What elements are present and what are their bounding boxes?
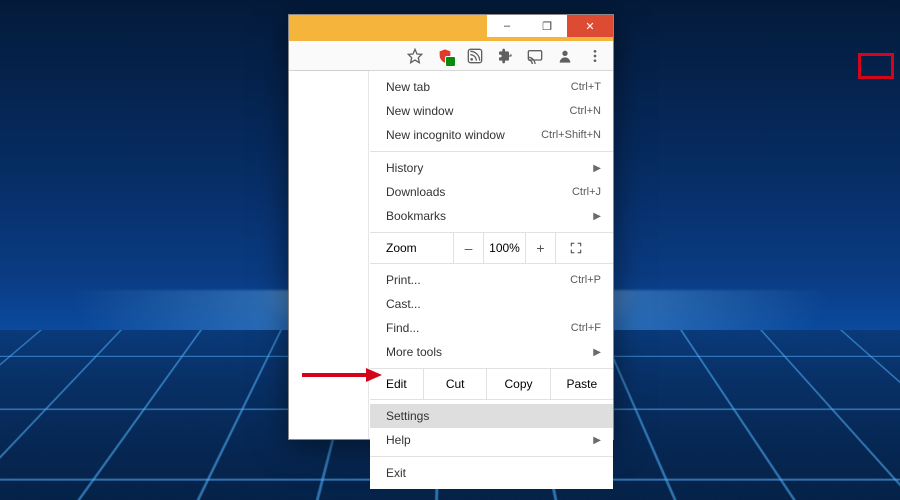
menu-label: History (386, 161, 587, 175)
cut-button[interactable]: Cut (424, 369, 487, 399)
cast-icon[interactable] (527, 48, 543, 64)
title-bar: – ❐ ✕ (289, 15, 613, 41)
chevron-right-icon: ▶ (593, 211, 601, 222)
menu-item-more-tools[interactable]: More tools ▶ (370, 340, 613, 364)
browser-window: – ❐ ✕ New tab (288, 14, 614, 440)
more-icon[interactable] (587, 48, 603, 64)
extensions-icon[interactable] (497, 48, 513, 64)
menu-item-new-tab[interactable]: New tab Ctrl+T (370, 75, 613, 99)
window-controls: – ❐ ✕ (487, 15, 613, 37)
zoom-out-button[interactable]: – (454, 233, 484, 263)
menu-item-history[interactable]: History ▶ (370, 156, 613, 180)
menu-item-find[interactable]: Find... Ctrl+F (370, 316, 613, 340)
menu-label: Find... (386, 321, 571, 335)
menu-label: Downloads (386, 185, 572, 199)
content-area: New tab Ctrl+T New window Ctrl+N New inc… (289, 71, 613, 439)
edit-label: Edit (370, 369, 424, 399)
chevron-right-icon: ▶ (593, 347, 601, 358)
menu-accel: Ctrl+Shift+N (541, 129, 601, 141)
menu-item-print[interactable]: Print... Ctrl+P (370, 268, 613, 292)
menu-item-bookmarks[interactable]: Bookmarks ▶ (370, 204, 613, 228)
fullscreen-button[interactable] (556, 233, 596, 263)
copy-button[interactable]: Copy (487, 369, 550, 399)
menu-group-tools: Print... Ctrl+P Cast... Find... Ctrl+F M… (370, 264, 613, 369)
menu-group-settings: Settings Help ▶ (370, 400, 613, 457)
zoom-row: Zoom – 100% + (370, 233, 613, 263)
zoom-label: Zoom (370, 233, 454, 263)
menu-accel: Ctrl+N (570, 105, 601, 117)
menu-item-downloads[interactable]: Downloads Ctrl+J (370, 180, 613, 204)
maximize-button[interactable]: ❐ (527, 15, 567, 37)
zoom-in-button[interactable]: + (526, 233, 556, 263)
menu-label: Settings (386, 409, 601, 423)
chrome-menu: New tab Ctrl+T New window Ctrl+N New inc… (370, 70, 613, 489)
menu-accel: Ctrl+F (571, 322, 601, 334)
zoom-value: 100% (484, 233, 526, 263)
close-button[interactable]: ✕ (567, 15, 613, 37)
menu-label: Exit (386, 466, 601, 480)
chevron-right-icon: ▶ (593, 435, 601, 446)
sidebar-strip (289, 71, 369, 439)
minimize-button[interactable]: – (487, 15, 527, 37)
menu-label: Bookmarks (386, 209, 587, 223)
menu-item-new-window[interactable]: New window Ctrl+N (370, 99, 613, 123)
menu-item-settings[interactable]: Settings (370, 404, 613, 428)
menu-label: More tools (386, 345, 587, 359)
menu-label: New incognito window (386, 128, 541, 142)
menu-accel: Ctrl+P (570, 274, 601, 286)
profile-icon[interactable] (557, 48, 573, 64)
toolbar (289, 41, 613, 71)
menu-label: Print... (386, 273, 570, 287)
menu-item-exit[interactable]: Exit (370, 461, 613, 485)
chevron-right-icon: ▶ (593, 163, 601, 174)
menu-label: New tab (386, 80, 571, 94)
menu-accel: Ctrl+T (571, 81, 601, 93)
paste-button[interactable]: Paste (551, 369, 613, 399)
menu-group-edit: Edit Cut Copy Paste (370, 369, 613, 400)
menu-accel: Ctrl+J (572, 186, 601, 198)
menu-group-zoom: Zoom – 100% + (370, 233, 613, 264)
menu-group-tabs: New tab Ctrl+T New window Ctrl+N New inc… (370, 71, 613, 152)
star-icon[interactable] (407, 48, 423, 64)
menu-label: Help (386, 433, 587, 447)
rss-icon[interactable] (467, 48, 483, 64)
shield-icon[interactable] (437, 48, 453, 64)
menu-item-cast[interactable]: Cast... (370, 292, 613, 316)
menu-group-history: History ▶ Downloads Ctrl+J Bookmarks ▶ (370, 152, 613, 233)
menu-label: New window (386, 104, 570, 118)
menu-item-new-incognito[interactable]: New incognito window Ctrl+Shift+N (370, 123, 613, 147)
menu-group-exit: Exit (370, 457, 613, 489)
edit-row: Edit Cut Copy Paste (370, 369, 613, 399)
menu-item-help[interactable]: Help ▶ (370, 428, 613, 452)
menu-label: Cast... (386, 297, 601, 311)
